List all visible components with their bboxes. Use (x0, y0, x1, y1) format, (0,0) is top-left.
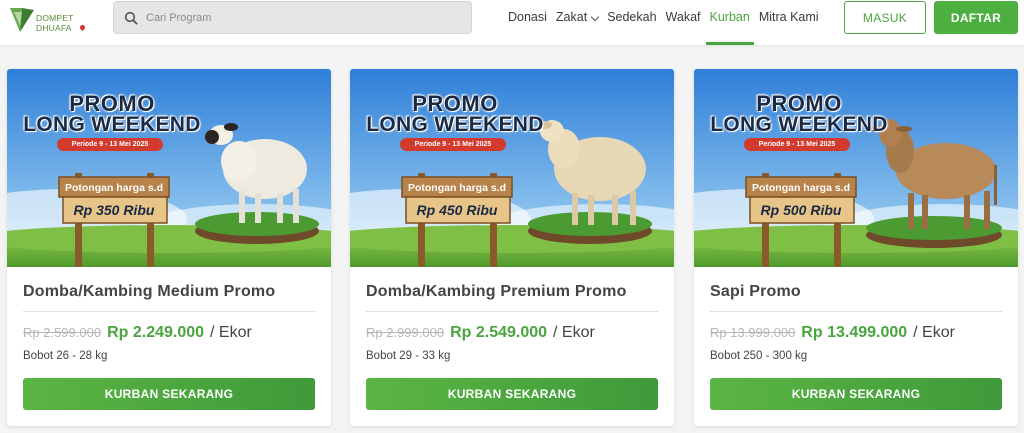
banner-title-line2: LONG WEEKEND (366, 113, 544, 136)
kurban-now-button[interactable]: KURBAN SEKARANG (710, 378, 1002, 410)
product-weight: Bobot 250 - 300 kg (710, 350, 808, 362)
nav-wakaf[interactable]: Wakaf (666, 0, 701, 45)
original-price: Rp 2.599.000 (23, 325, 102, 340)
original-price: Rp 13.999.000 (710, 325, 796, 340)
logo-drop-icon (78, 23, 87, 32)
product-card[interactable]: PROMO LONG WEEKEND Periode 9 - 13 Mei 20… (7, 69, 331, 426)
price-row: Rp 2.999.000 Rp 2.549.000 / Ekor (366, 324, 595, 344)
chevron-down-icon (590, 12, 600, 22)
nav-donasi[interactable]: Donasi (508, 0, 547, 45)
product-card[interactable]: PROMO LONG WEEKEND Periode 9 - 13 Mei 20… (350, 69, 674, 426)
nav-zakat[interactable]: Zakat (555, 0, 600, 45)
price-unit: / Ekor (913, 324, 955, 341)
banner-period-badge: Periode 9 - 13 Mei 2025 (57, 138, 163, 151)
product-banner-image[interactable]: PROMO LONG WEEKEND Periode 9 - 13 Mei 20… (694, 69, 1018, 267)
logo-text-line1: DOMPET (36, 13, 74, 23)
product-title[interactable]: Domba/Kambing Medium Promo (23, 283, 275, 301)
banner-sign-price: Rp 350 Ribu (73, 202, 155, 218)
product-weight: Bobot 26 - 28 kg (23, 350, 108, 362)
banner-sign-price: Rp 450 Ribu (416, 202, 498, 218)
nav-label: Wakaf (665, 10, 701, 24)
product-banner-image[interactable]: PROMO LONG WEEKEND Periode 9 - 13 Mei 20… (350, 69, 674, 267)
banner-sign-label: Potongan harga s.d (64, 182, 163, 194)
price-unit: / Ekor (553, 324, 595, 341)
product-title[interactable]: Domba/Kambing Premium Promo (366, 283, 627, 301)
nav-label: Kurban (709, 10, 750, 24)
promo-price: Rp 2.549.000 (450, 324, 548, 341)
register-button[interactable]: DAFTAR (934, 1, 1018, 34)
divider (23, 311, 315, 312)
nav-label: Zakat (555, 10, 588, 24)
promo-price: Rp 13.499.000 (801, 324, 908, 341)
price-unit: / Ekor (210, 324, 252, 341)
original-price: Rp 2.999.000 (366, 325, 445, 340)
nav-mitra-kami[interactable]: Mitra Kami (759, 0, 819, 45)
nav-label: Sedekah (607, 10, 657, 24)
nav-label: Mitra Kami (758, 10, 819, 24)
product-title[interactable]: Sapi Promo (710, 283, 801, 301)
banner-title-line2: LONG WEEKEND (710, 113, 888, 136)
search-icon (124, 11, 138, 25)
kurban-now-button[interactable]: KURBAN SEKARANG (366, 378, 658, 410)
banner-title-line2: LONG WEEKEND (23, 113, 201, 136)
login-button[interactable]: MASUK (844, 1, 926, 34)
kurban-now-button[interactable]: KURBAN SEKARANG (23, 378, 315, 410)
product-banner-image[interactable]: PROMO LONG WEEKEND Periode 9 - 13 Mei 20… (7, 69, 331, 267)
banner-sign-label: Potongan harga s.d (407, 182, 506, 194)
banner-sign-label: Potongan harga s.d (751, 182, 850, 194)
top-header: DOMPET DHUAFA Donasi Zakat Sedekah Wakaf… (0, 0, 1024, 45)
nav-label: Donasi (508, 10, 547, 24)
search-input[interactable] (146, 7, 456, 29)
search-bar[interactable] (113, 1, 472, 34)
product-card[interactable]: PROMO LONG WEEKEND Periode 9 - 13 Mei 20… (694, 69, 1018, 426)
nav-sedekah[interactable]: Sedekah (607, 0, 656, 45)
banner-sign-price: Rp 500 Ribu (760, 202, 842, 218)
product-weight: Bobot 29 - 33 kg (366, 350, 451, 362)
price-row: Rp 13.999.000 Rp 13.499.000 / Ekor (710, 324, 955, 344)
promo-price: Rp 2.249.000 (107, 324, 205, 341)
banner-period-badge: Periode 9 - 13 Mei 2025 (744, 138, 850, 151)
dompet-dhuafa-logo[interactable]: DOMPET DHUAFA (8, 4, 87, 40)
main-nav: Donasi Zakat Sedekah Wakaf Kurban Mitra … (508, 0, 828, 45)
divider (710, 311, 1002, 312)
divider (366, 311, 658, 312)
nav-kurban[interactable]: Kurban (705, 0, 754, 45)
logo-mark-icon (10, 8, 34, 32)
logo-text-line2: DHUAFA (36, 23, 72, 33)
banner-period-badge: Periode 9 - 13 Mei 2025 (400, 138, 506, 151)
price-row: Rp 2.599.000 Rp 2.249.000 / Ekor (23, 324, 252, 344)
